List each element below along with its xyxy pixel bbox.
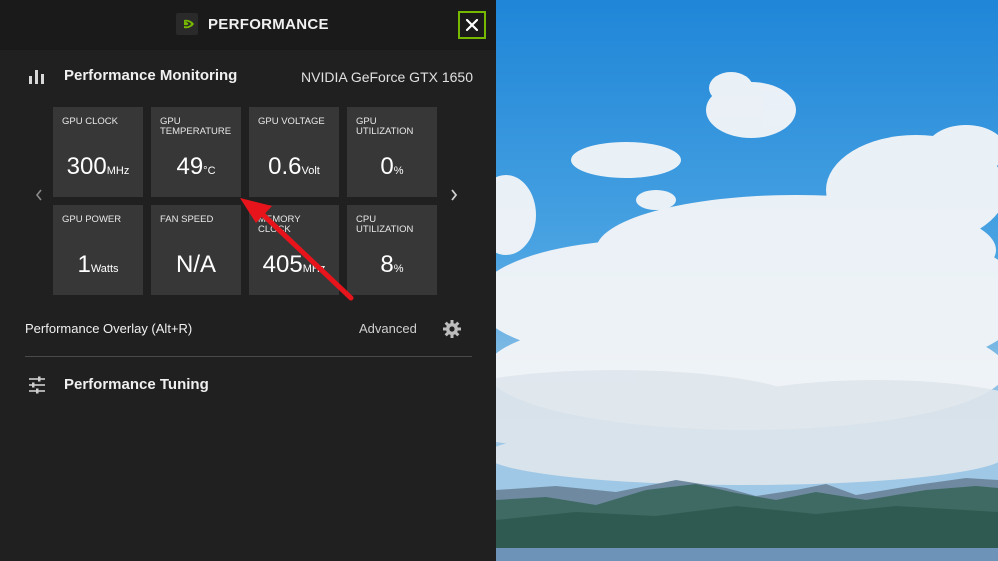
tile-label: GPU CLOCK [62, 116, 118, 127]
monitoring-title: Performance Monitoring [64, 67, 238, 84]
sliders-icon [29, 376, 45, 394]
monitoring-header: Performance Monitoring NVIDIA GeForce GT… [28, 66, 473, 88]
tuning-label: Performance Tuning [64, 376, 209, 393]
chevron-right-icon[interactable] [449, 188, 459, 207]
cpu-utilization-tile: CPU UTILIZATION 8% [347, 205, 437, 295]
gear-icon[interactable] [442, 319, 462, 339]
tile-label: GPU TEMPERATURE [160, 116, 232, 137]
tile-value: 405MHz [262, 251, 326, 278]
gpu-voltage-tile: GPU VOLTAGE 0.6Volt [249, 107, 339, 197]
advanced-link[interactable]: Advanced [359, 321, 417, 336]
tile-value: 0.6Volt [268, 153, 320, 180]
close-button[interactable] [458, 11, 486, 39]
tile-value: 0% [380, 153, 404, 180]
tile-value: 49°C [176, 153, 216, 180]
panel-title: PERFORMANCE [208, 16, 329, 33]
memory-clock-tile: MEMORY CLOCK 405MHz [249, 205, 339, 295]
desktop-wallpaper [496, 0, 998, 561]
performance-tuning-item[interactable]: Performance Tuning [28, 375, 328, 397]
title-bar: PERFORMANCE [0, 0, 496, 50]
tile-label: GPU VOLTAGE [258, 116, 325, 127]
nvidia-logo-icon [176, 13, 198, 35]
tile-value: 300MHz [66, 153, 130, 180]
tile-value: 8% [380, 251, 404, 278]
performance-panel: PERFORMANCE Performance Monitoring NVIDI… [0, 0, 496, 561]
gpu-temperature-tile: GPU TEMPERATURE 49°C [151, 107, 241, 197]
overlay-row: Performance Overlay (Alt+R) Advanced [25, 319, 465, 339]
close-icon [465, 18, 479, 32]
bar-chart-icon [29, 70, 44, 84]
gpu-utilization-tile: GPU UTILIZATION 0% [347, 107, 437, 197]
tile-label: FAN SPEED [160, 214, 214, 225]
gpu-name: NVIDIA GeForce GTX 1650 [301, 69, 473, 85]
chevron-left-icon[interactable] [34, 188, 44, 207]
overlay-label: Performance Overlay (Alt+R) [25, 321, 193, 336]
tile-value: 1Watts [77, 251, 119, 278]
fan-speed-tile: FAN SPEED N/A [151, 205, 241, 295]
tile-label: GPU POWER [62, 214, 122, 225]
tile-label: MEMORY CLOCK [258, 214, 301, 235]
tile-label: GPU UTILIZATION [356, 116, 414, 137]
tile-value: N/A [175, 251, 216, 278]
divider [25, 356, 472, 357]
tile-label: CPU UTILIZATION [356, 214, 414, 235]
gpu-clock-tile: GPU CLOCK 300MHz [53, 107, 143, 197]
gpu-power-tile: GPU POWER 1Watts [53, 205, 143, 295]
